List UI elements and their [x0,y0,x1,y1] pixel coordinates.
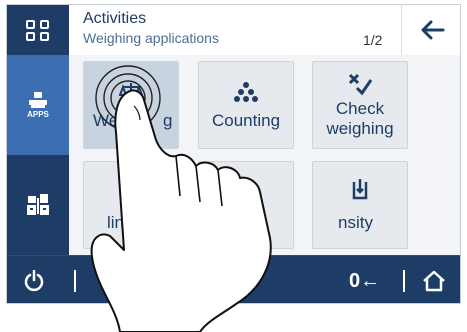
touch-gesture-overlay [90,65,272,332]
hand-icon [90,89,272,332]
